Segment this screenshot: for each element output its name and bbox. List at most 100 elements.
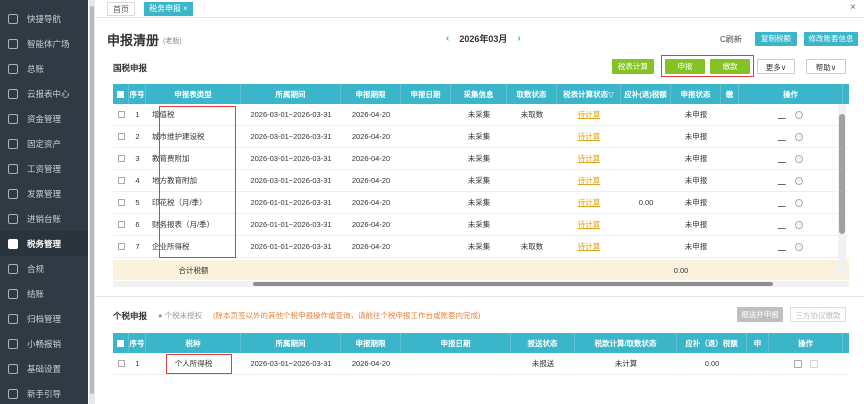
calc-status-link[interactable]: 待计算 bbox=[578, 197, 601, 208]
vertical-scroll-thumb[interactable] bbox=[839, 114, 845, 234]
cell-calc[interactable]: 待计算 bbox=[557, 148, 621, 169]
sidebar-item[interactable]: 结账 bbox=[0, 281, 88, 306]
row-select-cell bbox=[113, 170, 129, 191]
cell-no: 5 bbox=[135, 198, 140, 207]
more-options-icon[interactable]: ··· bbox=[795, 220, 803, 229]
select-all-checkbox[interactable] bbox=[117, 90, 124, 98]
more-options-icon[interactable]: ··· bbox=[795, 176, 803, 185]
more-dropdown[interactable]: 更多∨ bbox=[757, 59, 795, 74]
cell-collect: 未采集 bbox=[467, 198, 491, 207]
cell-calc[interactable]: 待计算 bbox=[557, 126, 621, 147]
section-divider bbox=[95, 296, 864, 297]
sidebar-item[interactable]: 归档管理 bbox=[0, 306, 88, 331]
modify-account-button[interactable]: 修改账套信息 bbox=[804, 32, 858, 46]
cell-calc[interactable]: 待计算 bbox=[557, 104, 621, 125]
row-checkbox[interactable] bbox=[117, 360, 125, 367]
pay-button[interactable]: 缴款 bbox=[710, 59, 750, 74]
send-declare-button[interactable]: 报送并申报 bbox=[737, 307, 783, 322]
column-header[interactable] bbox=[113, 333, 129, 353]
view-icon[interactable] bbox=[794, 359, 802, 368]
copy-declaration-button[interactable]: 复制税额 bbox=[755, 32, 797, 46]
row-select-cell bbox=[113, 353, 129, 374]
row-select-cell bbox=[113, 126, 129, 147]
sidebar-item[interactable]: 快捷导航 bbox=[0, 6, 88, 31]
sidebar-item[interactable]: 发票管理 bbox=[0, 181, 88, 206]
cell-calc[interactable]: 待计算 bbox=[557, 214, 621, 235]
edit-icon[interactable] bbox=[777, 242, 789, 251]
sidebar-item[interactable]: 工资管理 bbox=[0, 156, 88, 181]
row-select-cell bbox=[113, 104, 129, 125]
sidebar-item-label: 新手引导 bbox=[27, 388, 62, 399]
sidebar-scroll-thumb[interactable] bbox=[90, 6, 94, 394]
home-icon bbox=[8, 13, 18, 24]
next-period-icon[interactable]: › bbox=[517, 33, 520, 44]
grid-icon bbox=[8, 38, 18, 49]
sidebar-item[interactable]: 资金管理 bbox=[0, 106, 88, 131]
calc-status-link[interactable]: 待计算 bbox=[578, 241, 601, 252]
table-vertical-scrollbar[interactable] bbox=[838, 104, 846, 276]
select-all-checkbox[interactable] bbox=[117, 339, 124, 347]
calc-status-link[interactable]: 待计算 bbox=[578, 109, 601, 120]
refresh-button[interactable]: C刷新 bbox=[720, 34, 742, 45]
sidebar-item[interactable]: 固定资产 bbox=[0, 131, 88, 156]
calc-status-link[interactable]: 待计算 bbox=[578, 131, 601, 142]
sidebar-item-label: 智能体广场 bbox=[27, 38, 70, 49]
edit-icon[interactable] bbox=[777, 176, 789, 185]
tripartite-deduction-button[interactable]: 三方协议缴款 bbox=[790, 307, 846, 322]
close-window-icon[interactable]: × bbox=[850, 2, 856, 13]
sidebar-item[interactable]: 总账 bbox=[0, 56, 88, 81]
close-icon[interactable]: × bbox=[183, 4, 188, 13]
horizontal-scroll-thumb[interactable] bbox=[253, 282, 773, 286]
tab-home[interactable]: 首页 bbox=[107, 2, 135, 16]
edit-icon[interactable] bbox=[777, 132, 789, 141]
row-checkbox[interactable] bbox=[117, 243, 125, 250]
help-dropdown[interactable]: 帮助∨ bbox=[806, 59, 846, 74]
declare-button[interactable]: 申报 bbox=[665, 59, 705, 74]
calc-status-link[interactable]: 待计算 bbox=[578, 219, 601, 230]
archive-icon bbox=[8, 313, 18, 324]
table-horizontal-scrollbar[interactable] bbox=[113, 281, 849, 287]
edit-icon[interactable] bbox=[777, 110, 789, 119]
sidebar-item-label: 归档管理 bbox=[27, 313, 62, 324]
row-checkbox[interactable] bbox=[117, 199, 125, 206]
more-options-icon[interactable]: ··· bbox=[795, 198, 803, 207]
more-options-icon[interactable]: ··· bbox=[795, 132, 803, 141]
edit-icon[interactable] bbox=[777, 198, 789, 207]
row-checkbox[interactable] bbox=[117, 111, 125, 118]
sidebar-scrollbar[interactable] bbox=[89, 0, 95, 404]
column-header[interactable] bbox=[113, 84, 129, 104]
sidebar-item[interactable]: 新手引导 bbox=[0, 381, 88, 404]
row-checkbox[interactable] bbox=[117, 177, 125, 184]
tab-tax-declaration[interactable]: 税务申报 × bbox=[144, 2, 193, 16]
calc-status-link[interactable]: 待计算 bbox=[578, 175, 601, 186]
edit-icon[interactable] bbox=[777, 220, 789, 229]
more-options-icon[interactable]: ··· bbox=[795, 242, 803, 251]
sidebar-item[interactable]: 智能体广场 bbox=[0, 31, 88, 56]
sidebar-item[interactable]: 税务管理 bbox=[0, 231, 88, 256]
cell-actions: ··· bbox=[739, 104, 843, 125]
more-options-icon[interactable]: ··· bbox=[795, 154, 803, 163]
row-checkbox[interactable] bbox=[117, 155, 125, 162]
invoice-icon bbox=[8, 188, 18, 199]
sidebar-item[interactable]: 基础设置 bbox=[0, 356, 88, 381]
cell-calc[interactable]: 待计算 bbox=[557, 170, 621, 191]
column-header[interactable]: 税表计算状态▽ bbox=[557, 84, 621, 104]
sidebar-item[interactable]: 小畅报销 bbox=[0, 331, 88, 356]
cell-calc[interactable]: 待计算 bbox=[557, 236, 621, 257]
authorization-status[interactable]: ● 个税未授权 bbox=[158, 310, 202, 321]
period-selector: ‹ 2026年03月 › bbox=[446, 32, 521, 45]
cell-calc[interactable]: 待计算 bbox=[557, 192, 621, 213]
cell-pay bbox=[721, 170, 739, 191]
sidebar-item[interactable]: 云报表中心 bbox=[0, 81, 88, 106]
sidebar-item[interactable]: 进销台账 bbox=[0, 206, 88, 231]
prev-period-icon[interactable]: ‹ bbox=[446, 33, 449, 44]
edit-icon[interactable] bbox=[777, 154, 789, 163]
tax-calc-button[interactable]: 税表计算 bbox=[612, 59, 654, 74]
sidebar-item[interactable]: 合规 bbox=[0, 256, 88, 281]
inventory-icon bbox=[8, 213, 18, 224]
page-title-version: (老版) bbox=[163, 38, 182, 45]
row-checkbox[interactable] bbox=[117, 221, 125, 228]
calc-status-link[interactable]: 待计算 bbox=[578, 153, 601, 164]
row-checkbox[interactable] bbox=[117, 133, 125, 140]
more-options-icon[interactable]: ··· bbox=[795, 110, 803, 119]
